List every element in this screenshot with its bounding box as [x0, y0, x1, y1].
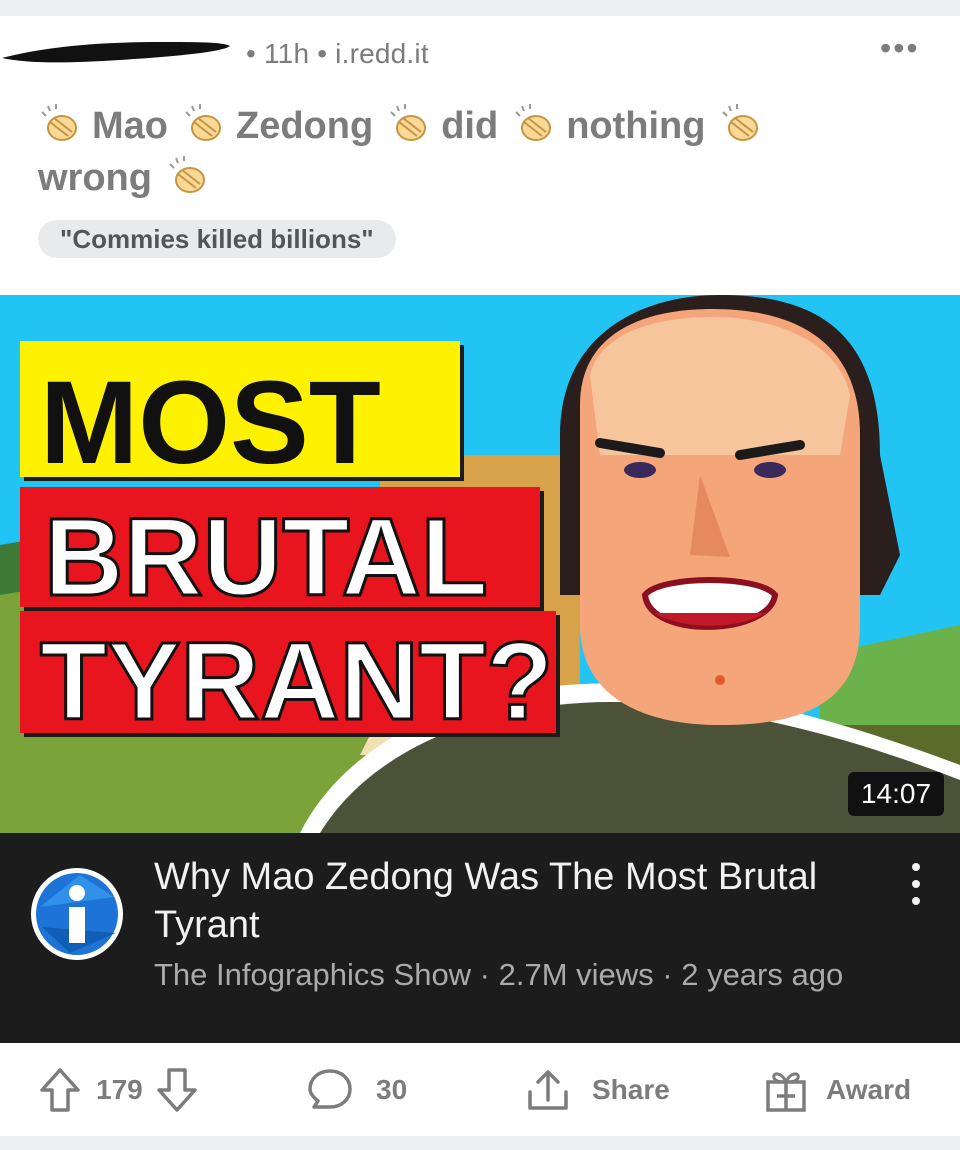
comments-button[interactable]: 30 — [306, 1060, 407, 1120]
gift-icon — [766, 1072, 806, 1112]
video-subtitle: The Infographics Show · 2.7M views · 2 y… — [154, 957, 844, 992]
vote-group: 179 — [38, 1060, 199, 1120]
feed-background-top — [0, 0, 960, 16]
post-meta-row: • 11h • i.redd.it ••• — [0, 28, 960, 78]
title-word: did — [441, 105, 499, 147]
score-count: 179 — [96, 1074, 143, 1105]
award-label: Award — [826, 1074, 912, 1105]
clapping-hands-icon — [722, 104, 759, 141]
comment-bubble-icon — [308, 1069, 352, 1109]
post-flair[interactable]: "Commies killed billions" — [38, 220, 396, 258]
upvote-arrow-icon[interactable] — [38, 1066, 82, 1114]
downvote-arrow-icon[interactable] — [155, 1066, 199, 1114]
thumbnail-illustration: MOST BRUTAL TYRANT? — [0, 295, 960, 833]
post-title[interactable]: Mao Zedong did nothing wrong — [38, 100, 898, 204]
redacted-username — [2, 42, 230, 63]
post-action-bar: 179 30 Share Award — [0, 1060, 960, 1120]
clapping-hands-icon — [390, 104, 427, 141]
post-meta: • 11h • i.redd.it — [246, 38, 429, 69]
channel-avatar-icon — [31, 868, 123, 960]
title-word: wrong — [38, 157, 152, 199]
share-label: Share — [592, 1074, 670, 1105]
title-word: Zedong — [236, 105, 374, 147]
share-button[interactable]: Share — [524, 1060, 670, 1120]
thumbnail-line-brutal: BRUTAL — [44, 496, 488, 619]
clapping-hands-icon — [169, 156, 205, 193]
share-icon — [528, 1070, 568, 1110]
video-menu-icon[interactable] — [906, 859, 926, 909]
title-word: nothing — [566, 105, 706, 147]
video-duration-badge: 14:07 — [848, 772, 944, 816]
video-thumbnail[interactable]: MOST BRUTAL TYRANT? — [0, 295, 960, 833]
feed-background-bottom — [0, 1136, 960, 1150]
award-button[interactable]: Award — [762, 1060, 911, 1120]
clapping-hands-icon — [515, 104, 552, 141]
comment-count: 30 — [376, 1074, 408, 1105]
thumbnail-line-tyrant: TYRANT? — [40, 620, 553, 743]
more-options-icon[interactable]: ••• — [880, 32, 920, 64]
video-info-panel[interactable]: Why Mao Zedong Was The Most Brutal Tyran… — [0, 833, 960, 1043]
clapping-hands-icon — [41, 104, 77, 141]
clapping-hands-icon — [185, 104, 221, 141]
title-word: Mao — [92, 105, 168, 147]
thumbnail-line-most: MOST — [40, 357, 381, 489]
video-title[interactable]: Why Mao Zedong Was The Most Brutal Tyran… — [154, 853, 884, 949]
